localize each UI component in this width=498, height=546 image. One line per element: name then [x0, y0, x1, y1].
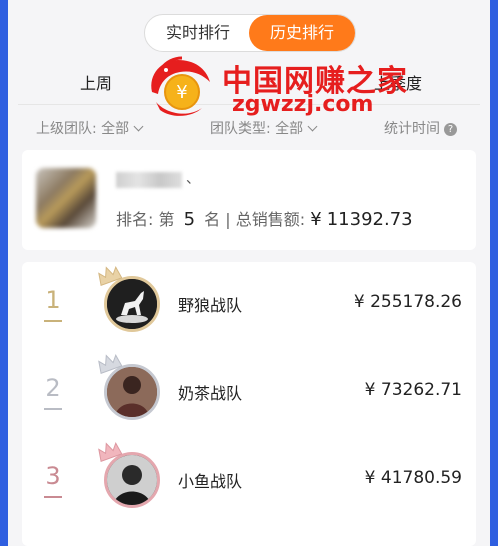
leaderboard-row[interactable]: 2 奶茶战队 ¥ 73262.71: [22, 350, 476, 436]
header-area: 实时排行 历史排行 上周 上季度 上级团队: 全部 团队类型: 全部 统计时间?: [8, 0, 490, 150]
rank-prefix: 排名: 第: [116, 210, 175, 229]
rank-number: 2: [45, 374, 61, 402]
watermark-logo-glyph: ¥: [176, 82, 187, 103]
chevron-down-icon: [133, 121, 144, 132]
rank-number: 1: [45, 286, 61, 314]
rank-number: 3: [45, 462, 61, 490]
my-team-card: 、 排名: 第 5 名 | 总销售额: ¥ 11392.73: [22, 150, 476, 250]
team-name: 野狼战队: [178, 296, 243, 315]
parent-team-filter[interactable]: 上级团队: 全部: [36, 118, 144, 138]
avatar: [98, 266, 160, 332]
rank-underline: [44, 496, 62, 498]
watermark: ¥ 中国网赚之家 zgwzzj.com: [144, 52, 407, 122]
avatar: [36, 168, 96, 228]
leaderboard: 1 野狼战队 ¥ 255178.26 2 奶茶战队 ¥ 73262.71 3 小…: [22, 262, 476, 546]
rank-suffix: 名 | 总销售额:: [204, 210, 306, 229]
person-photo-icon: [107, 367, 157, 417]
avatar: [98, 442, 160, 508]
tab-history[interactable]: 历史排行: [249, 15, 355, 51]
chevron-down-icon: [307, 121, 318, 132]
name-suffix: 、: [186, 171, 200, 187]
watermark-dragon-logo-icon: ¥: [151, 56, 210, 116]
currency-symbol: ¥: [310, 209, 322, 230]
team-name: 奶茶战队: [178, 384, 243, 403]
rank-number: 5: [183, 209, 196, 230]
team-type-value: 全部: [275, 121, 304, 137]
help-icon[interactable]: ?: [444, 123, 457, 136]
team-type-label: 团队类型:: [210, 121, 271, 137]
total-sales: 11392.73: [326, 209, 413, 230]
stat-time-info[interactable]: 统计时间?: [384, 118, 457, 138]
watermark-url: zgwzzj.com: [232, 92, 374, 117]
leaderboard-row[interactable]: 1 野狼战队 ¥ 255178.26: [22, 262, 476, 348]
unicorn-figurine-icon: [107, 279, 157, 329]
team-sales: ¥ 41780.59: [364, 468, 462, 488]
rank-summary: 排名: 第 5 名 | 总销售额: ¥ 11392.73: [116, 206, 413, 230]
app-frame: 实时排行 历史排行 上周 上季度 上级团队: 全部 团队类型: 全部 统计时间?: [8, 0, 490, 546]
team-sales: ¥ 255178.26: [353, 292, 462, 312]
team-name: 小鱼战队: [178, 472, 243, 491]
person-photo-icon: [107, 455, 157, 505]
rank-underline: [44, 408, 62, 410]
rank-underline: [44, 320, 62, 322]
avatar: [98, 354, 160, 420]
period-last-week[interactable]: 上周: [80, 70, 112, 94]
parent-team-value: 全部: [101, 121, 130, 137]
leaderboard-row[interactable]: 3 小鱼战队 ¥ 41780.59: [22, 438, 476, 524]
redacted-name: [116, 172, 182, 188]
ranking-mode-toggle: 实时排行 历史排行: [144, 14, 356, 52]
team-sales: ¥ 73262.71: [364, 380, 462, 400]
stat-time-label: 统计时间: [384, 121, 440, 137]
parent-team-label: 上级团队:: [36, 121, 97, 137]
tab-realtime[interactable]: 实时排行: [145, 15, 251, 51]
